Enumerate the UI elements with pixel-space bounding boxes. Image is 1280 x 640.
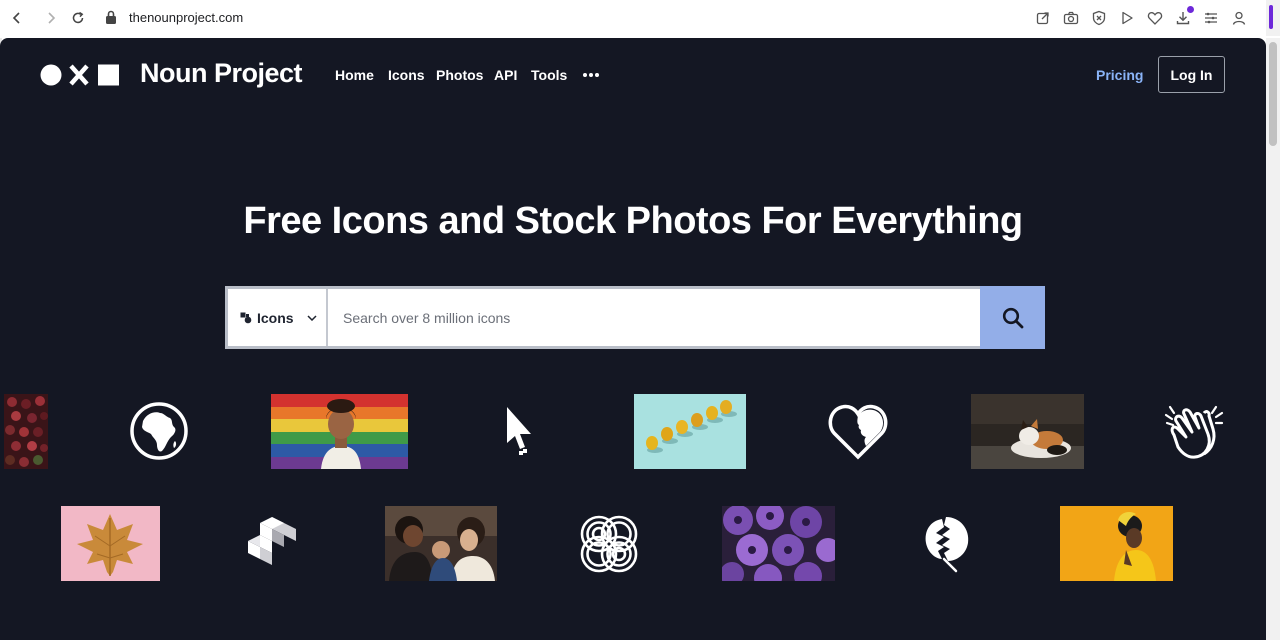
profile-icon[interactable] [1229,8,1249,28]
interlocking-loops-icon[interactable] [576,512,642,576]
heart-icon[interactable] [1145,8,1165,28]
share-icon[interactable] [1033,8,1053,28]
download-badge [1187,6,1194,13]
nav-tools[interactable]: Tools [531,67,567,83]
menu-lines-icon[interactable] [1201,8,1221,28]
search-input[interactable] [329,289,979,346]
play-icon[interactable] [1117,8,1137,28]
heart-face-icon[interactable] [826,400,890,462]
nav-home[interactable]: Home [335,67,374,83]
search-type-label: Icons [257,309,294,326]
camera-icon[interactable] [1061,8,1081,28]
back-icon[interactable] [6,7,28,29]
nav-photos[interactable]: Photos [436,67,483,83]
blocks-icon[interactable] [244,512,300,574]
rainbow-flag-portrait-photo[interactable] [271,394,408,469]
clapping-hands-icon[interactable] [1162,400,1228,462]
nav-api[interactable]: API [494,67,517,83]
sidebar-accent[interactable] [1269,5,1273,29]
page: Noun Project Home Icons Photos API Tools… [0,38,1266,640]
purple-petunias-photo[interactable] [722,506,835,581]
search-button[interactable] [980,286,1045,349]
cursor-arrow-icon[interactable] [498,402,544,460]
berries-photo[interactable] [4,394,48,469]
search-icon [1002,307,1023,328]
address-bar[interactable]: thenounproject.com [129,9,243,27]
noun-project-logo-icon[interactable] [40,64,120,86]
africa-globe-icon[interactable] [128,400,190,462]
yellow-portrait-photo[interactable] [1060,506,1173,581]
calico-cat-photo[interactable] [971,394,1084,469]
icons-type-icon [240,312,252,323]
family-with-baby-photo[interactable] [385,506,497,581]
shield-icon[interactable] [1089,8,1109,28]
lock-icon[interactable] [104,9,120,27]
monstera-leaf-icon[interactable] [920,512,974,574]
search-bar: Icons [225,286,1045,349]
login-button[interactable]: Log In [1158,56,1225,93]
brand-name[interactable]: Noun Project [140,58,303,89]
more-icon[interactable] [582,66,600,84]
pears-on-teal-photo[interactable] [634,394,746,469]
pricing-link[interactable]: Pricing [1096,67,1143,83]
browser-toolbar: thenounproject.com [0,0,1280,36]
reload-icon[interactable] [67,7,89,29]
nav-icons[interactable]: Icons [388,67,425,83]
forward-icon[interactable] [40,7,62,29]
search-type-dropdown[interactable]: Icons [228,289,328,346]
chevron-down-icon [307,314,317,321]
page-scrollbar-thumb[interactable] [1269,42,1277,146]
golden-leaf-on-pink-photo[interactable] [61,506,160,581]
hero-title: Free Icons and Stock Photos For Everythi… [243,200,1023,242]
